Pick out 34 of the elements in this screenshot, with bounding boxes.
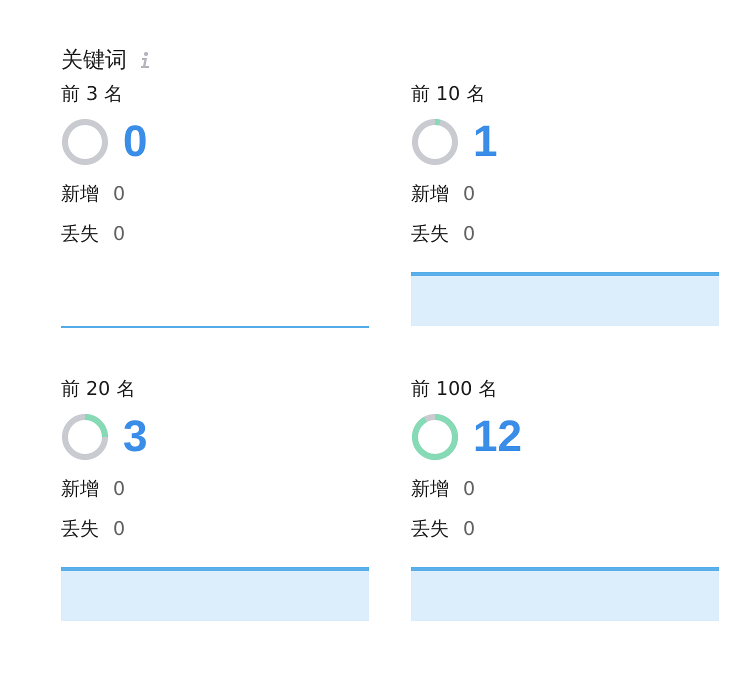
donut-meter: [61, 118, 109, 166]
stat-label: 丢失: [411, 517, 449, 542]
stat-label: 新增: [61, 182, 99, 207]
rank-label: 前 10 名: [411, 82, 486, 107]
rank-card[interactable]: 前 3 名 0 新增 0 丢失 0: [61, 78, 369, 328]
donut-meter: [411, 118, 459, 166]
stat-label: 新增: [61, 477, 99, 502]
donut-meter: [411, 413, 459, 461]
rank-card[interactable]: 前 20 名 3 新增 0 丢失 0: [61, 373, 369, 621]
keyword-count: 0: [123, 117, 148, 167]
stat-value: 0: [463, 518, 476, 540]
stat-value: 0: [463, 223, 476, 245]
keyword-count: 3: [123, 412, 148, 462]
section-title: 关键词: [61, 47, 127, 75]
rank-label: 前 20 名: [61, 377, 136, 402]
stat-value: 0: [113, 183, 126, 205]
donut-meter: [61, 413, 109, 461]
rank-label: 前 3 名: [61, 82, 124, 107]
stat-value: 0: [463, 183, 476, 205]
stat-label: 新增: [411, 477, 449, 502]
stat-label: 丢失: [61, 222, 99, 247]
rank-card[interactable]: 前 100 名 12 新增 0 丢失 0: [411, 373, 719, 621]
keyword-count: 1: [473, 117, 498, 167]
keyword-count: 12: [473, 412, 522, 462]
stat-value: 0: [113, 478, 126, 500]
rank-label: 前 100 名: [411, 377, 498, 402]
stat-label: 新增: [411, 182, 449, 207]
rank-card[interactable]: 前 10 名 1 新增 0 丢失 0: [411, 78, 719, 328]
stat-value: 0: [463, 478, 476, 500]
info-icon[interactable]: [139, 51, 151, 69]
stat-label: 丢失: [61, 517, 99, 542]
stat-value: 0: [113, 223, 126, 245]
stat-value: 0: [113, 518, 126, 540]
stat-label: 丢失: [411, 222, 449, 247]
